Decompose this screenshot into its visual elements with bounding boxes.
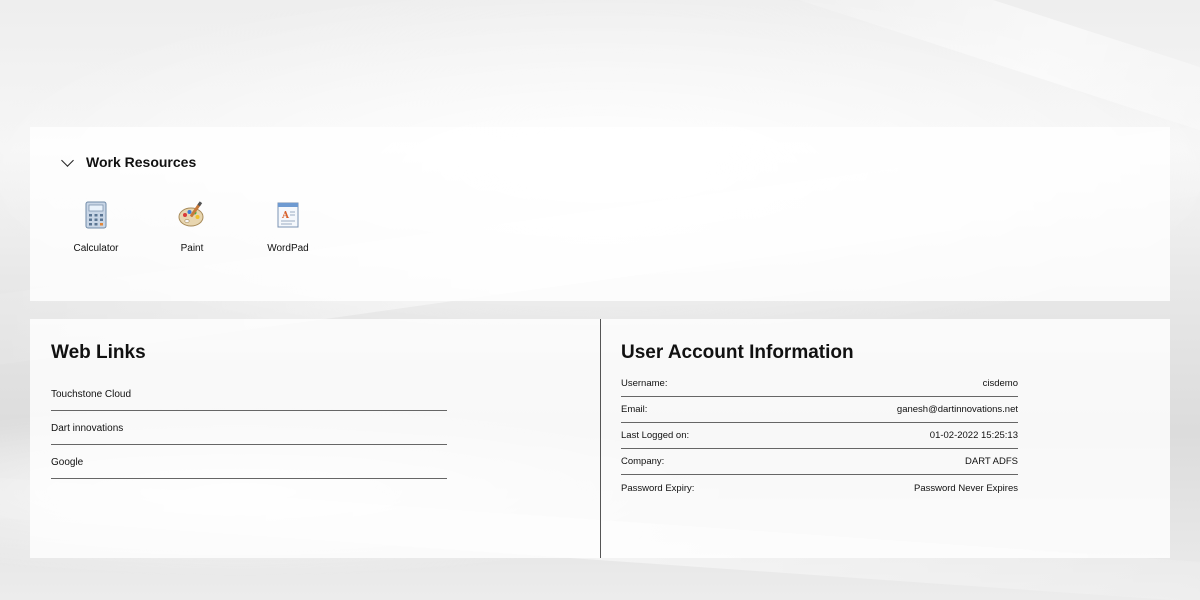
app-label: Calculator xyxy=(73,243,119,254)
web-link-item[interactable]: Google xyxy=(51,445,447,479)
column-divider xyxy=(600,319,601,558)
info-panel: Web Links Touchstone Cloud Dart innovati… xyxy=(30,319,1170,558)
wordpad-icon: A xyxy=(277,202,299,228)
paint-palette-icon xyxy=(178,201,204,227)
web-link-item[interactable]: Dart innovations xyxy=(51,411,447,445)
chevron-down-icon xyxy=(61,153,74,167)
account-row-email: Email: ganesh@dartinnovations.net xyxy=(621,397,1018,423)
calculator-icon xyxy=(85,201,107,229)
app-list: Calculator Paint A WordPad xyxy=(60,199,348,254)
work-resources-title: Work Resources xyxy=(86,154,197,170)
account-field-value: Password Never Expires xyxy=(913,482,1018,494)
account-field-label: Password Expiry: xyxy=(621,482,695,494)
account-field-value: cisdemo xyxy=(982,378,1018,389)
web-link-item[interactable]: Touchstone Cloud xyxy=(51,377,447,411)
web-links-list: Touchstone Cloud Dart innovations Google xyxy=(51,377,447,479)
work-resources-header[interactable]: Work Resources xyxy=(60,153,197,170)
account-row-username: Username: cisdemo xyxy=(621,371,1018,397)
account-field-label: Email: xyxy=(621,404,648,415)
app-calculator[interactable]: Calculator xyxy=(60,199,132,254)
app-paint[interactable]: Paint xyxy=(156,199,228,254)
web-links-title: Web Links xyxy=(51,342,146,363)
account-field-value: DART ADFS xyxy=(965,456,1018,467)
app-wordpad[interactable]: A WordPad xyxy=(252,199,324,254)
user-account-details: Username: cisdemo Email: ganesh@dartinno… xyxy=(621,371,1018,501)
svg-text:A: A xyxy=(281,211,290,221)
account-field-value: 01-02-2022 15:25:13 xyxy=(929,430,1018,441)
account-row-last-logged-on: Last Logged on: 01-02-2022 15:25:13 xyxy=(621,423,1018,449)
account-field-value: ganesh@dartinnovations.net xyxy=(896,404,1018,415)
user-account-title: User Account Information xyxy=(621,342,854,363)
work-resources-panel: Work Resources Calculator Paint A WordPa… xyxy=(30,127,1170,301)
app-label: WordPad xyxy=(267,243,309,254)
account-field-label: Username: xyxy=(621,378,668,389)
account-row-company: Company: DART ADFS xyxy=(621,449,1018,475)
account-field-label: Last Logged on: xyxy=(621,430,690,441)
account-field-label: Company: xyxy=(621,456,665,467)
account-row-password-expiry: Password Expiry: Password Never Expires xyxy=(621,475,1018,501)
app-label: Paint xyxy=(180,243,204,254)
